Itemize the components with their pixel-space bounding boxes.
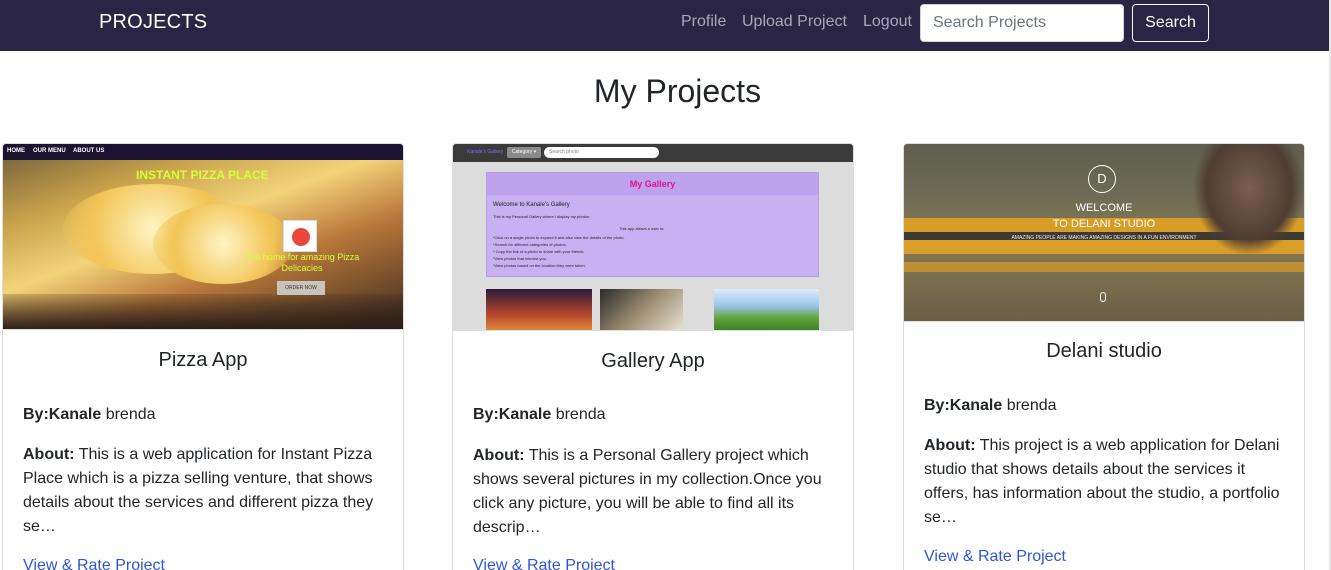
thumbnail-decoration xyxy=(904,262,1304,272)
thumbnail-menu-item: ABOUT US xyxy=(73,148,105,154)
nav-profile-link[interactable]: Profile xyxy=(681,13,726,31)
about-label: About: xyxy=(924,437,976,454)
nav-upload-project-link[interactable]: Upload Project xyxy=(742,13,847,31)
thumbnail-menu-item: OUR MENU xyxy=(33,148,66,154)
thumbnail-text-line: This app allows a user to: xyxy=(619,226,665,231)
card-title: Gallery App xyxy=(601,350,705,372)
thumbnail-text-line: This is my Personal Gallery where I disp… xyxy=(493,214,591,219)
author-first-name: Kanale xyxy=(498,406,552,423)
thumbnail-text-line: *View photos based on the location they … xyxy=(493,263,586,268)
author-first-name: Kanale xyxy=(48,406,102,423)
thumbnail-text-line: *View photos that interest you. xyxy=(493,256,547,261)
thumbnail-photo xyxy=(486,289,592,330)
scroll-mouse-icon xyxy=(1100,292,1106,302)
author-label: By: xyxy=(23,406,49,423)
project-thumbnail[interactable]: D WELCOME TO DELANI STUDIO AMAZING PEOPL… xyxy=(904,144,1304,322)
thumbnail-decoration xyxy=(3,294,403,329)
thumbnail-subtitle: AMAZING PEOPLE ARE MAKING AMAZING DESIGN… xyxy=(1011,235,1197,241)
nav-logout-link[interactable]: Logout xyxy=(863,13,912,31)
thumbnail-welcome: Welcome to Kanale's Gallery xyxy=(493,202,570,208)
thumbnail-text-line: *Click on a single photo to expand it an… xyxy=(493,235,625,240)
thumbnail-order-button: ORDER NOW xyxy=(277,281,325,295)
card-description: About: This is a Personal Gallery projec… xyxy=(473,444,835,540)
about-text: This is a web application for Instant Pi… xyxy=(23,446,374,535)
thumbnail-heading: INSTANT PIZZA PLACE xyxy=(136,168,269,182)
about-text: This is a Personal Gallery project which… xyxy=(473,447,822,536)
thumbnail-photo xyxy=(600,289,683,330)
search-button[interactable]: Search xyxy=(1132,4,1209,42)
author-label: By: xyxy=(924,397,950,414)
thumbnail-heading: TO DELANI STUDIO xyxy=(1052,218,1156,230)
thumbnail-tagline: The home for amazing Pizza Delicacies xyxy=(244,252,360,273)
thumbnail-welcome: WELCOME xyxy=(1075,202,1133,214)
card-description: About: This project is a web application… xyxy=(924,434,1286,530)
view-rate-project-link[interactable]: View & Rate Project xyxy=(473,557,615,570)
view-rate-project-link[interactable]: View & Rate Project xyxy=(23,557,165,570)
card-author: By:Kanale brenda xyxy=(473,406,606,424)
card-author: By:Kanale brenda xyxy=(924,397,1057,415)
project-card-pizza: HOME OUR MENU ABOUT US INSTANT PIZZA PLA… xyxy=(2,143,404,570)
author-last-name: brenda xyxy=(551,406,606,423)
author-last-name: brenda xyxy=(101,406,156,423)
project-thumbnail[interactable]: HOME OUR MENU ABOUT US INSTANT PIZZA PLA… xyxy=(3,144,403,330)
author-last-name: brenda xyxy=(1002,397,1057,414)
project-thumbnail[interactable]: Kanale's Gallery Category ▾ Search photo… xyxy=(453,144,853,331)
about-text: This project is a web application for De… xyxy=(924,437,1280,526)
thumbnail-navbar: Kanale's Gallery Category ▾ Search photo xyxy=(453,144,853,162)
thumbnail-search: Search photo xyxy=(544,147,659,158)
thumbnail-brand: Kanale's Gallery xyxy=(467,149,504,155)
thumbnail-text-line: *Search for different categories of phot… xyxy=(493,242,567,247)
view-rate-project-link[interactable]: View & Rate Project xyxy=(924,548,1066,566)
thumbnail-category-dropdown: Category ▾ xyxy=(507,147,541,158)
search-input[interactable] xyxy=(920,4,1124,42)
thumbnail-welcome-panel: My Gallery Welcome to Kanale's Gallery T… xyxy=(486,172,819,277)
thumbnail-text-line: * Copy the link of a photo to share with… xyxy=(493,249,585,254)
top-navbar: PROJECTS Profile Upload Project Logout S… xyxy=(0,0,1329,51)
brand-link[interactable]: PROJECTS xyxy=(99,11,207,34)
thumbnail-menu-item: HOME xyxy=(7,148,25,154)
about-label: About: xyxy=(473,447,525,464)
pizza-logo-icon xyxy=(283,220,317,252)
author-first-name: Kanale xyxy=(949,397,1003,414)
about-label: About: xyxy=(23,446,75,463)
card-title: Pizza App xyxy=(158,349,248,371)
thumbnail-navbar: HOME OUR MENU ABOUT US xyxy=(3,144,403,160)
card-title: Delani studio xyxy=(1046,340,1162,362)
author-label: By: xyxy=(473,406,499,423)
card-description: About: This is a web application for Ins… xyxy=(23,443,385,539)
project-card-delani: D WELCOME TO DELANI STUDIO AMAZING PEOPL… xyxy=(903,143,1305,570)
thumbnail-photo xyxy=(714,289,819,330)
card-author: By:Kanale brenda xyxy=(23,406,156,424)
delani-logo-icon: D xyxy=(1088,165,1116,193)
project-card-gallery: Kanale's Gallery Category ▾ Search photo… xyxy=(452,143,854,570)
thumbnail-heading: My Gallery xyxy=(487,173,818,195)
page-title: My Projects xyxy=(593,73,762,109)
